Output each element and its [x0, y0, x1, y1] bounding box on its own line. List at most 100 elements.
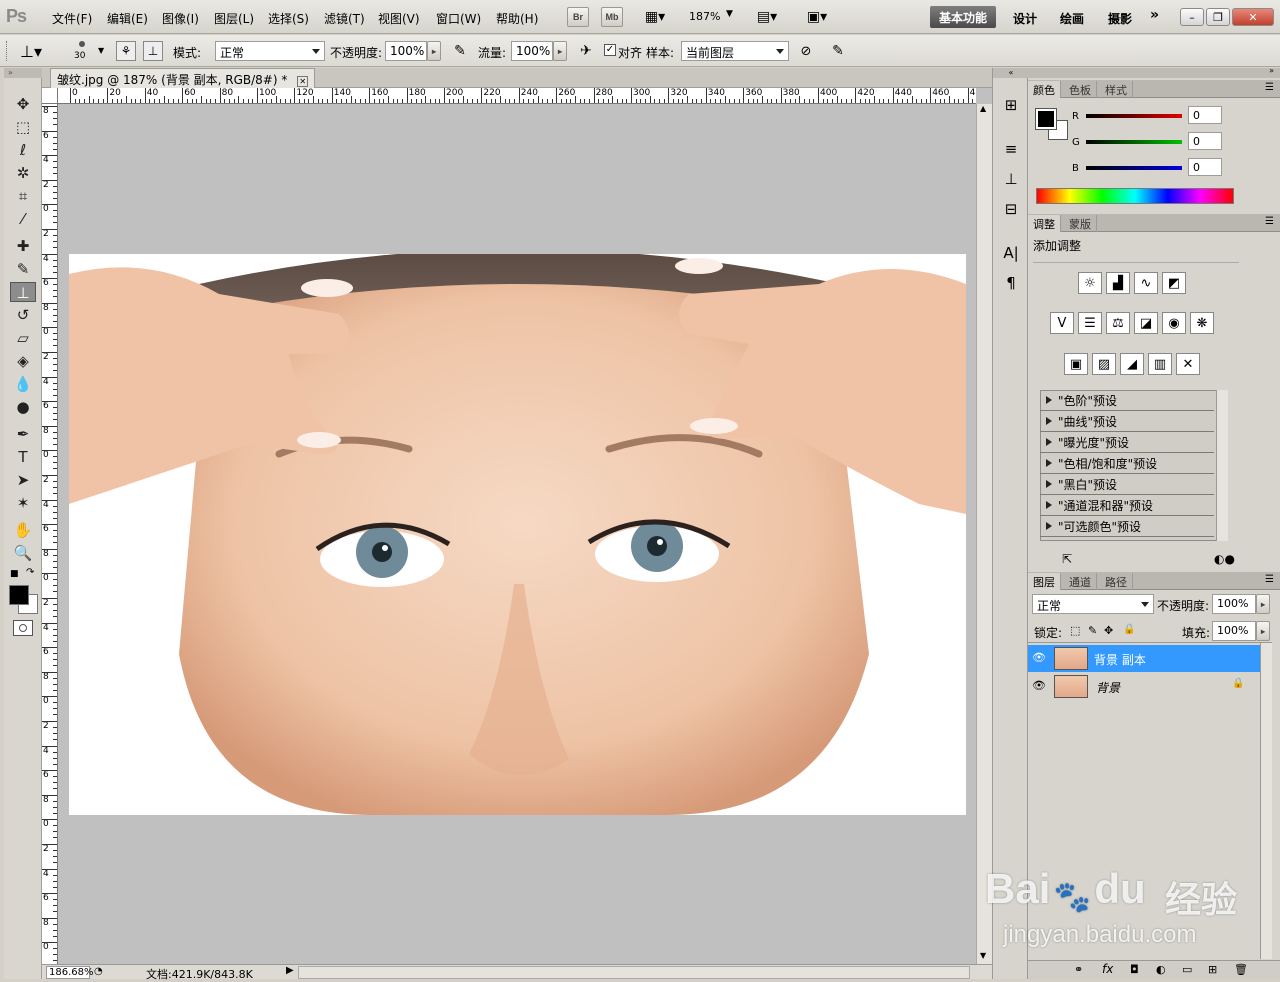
panel-menu-icon[interactable]: ☰: [1265, 574, 1274, 585]
blur-tool-icon[interactable]: 💧: [10, 374, 36, 394]
airbrush-icon[interactable]: ✈: [574, 41, 598, 61]
screen-mode-icon[interactable]: ▣▾: [800, 8, 834, 26]
layers-scrollbar[interactable]: [1260, 643, 1272, 959]
expand-triangle-icon[interactable]: [1046, 417, 1052, 425]
status-info-icon[interactable]: ◔: [94, 966, 103, 977]
marquee-tool-icon[interactable]: ⬚: [10, 117, 36, 137]
eraser-tool-icon[interactable]: ▱: [10, 328, 36, 348]
workspace-painting[interactable]: 绘画: [1060, 10, 1084, 27]
lock-pixels-icon[interactable]: ✎: [1088, 624, 1097, 637]
tab-adjustments[interactable]: 调整: [1028, 215, 1061, 232]
layer-name[interactable]: 背景: [1096, 679, 1120, 696]
gradient-map-icon[interactable]: ▥: [1148, 353, 1172, 375]
delete-layer-icon[interactable]: 🗑: [1234, 963, 1248, 976]
layer-name[interactable]: 背景 副本: [1094, 651, 1146, 668]
restore-icon[interactable]: ❐: [1206, 8, 1230, 26]
lock-transparent-icon[interactable]: ⬚: [1070, 624, 1080, 637]
brush-preset-picker[interactable]: 30: [70, 39, 96, 63]
color-fg-swatch[interactable]: [1035, 108, 1057, 130]
curves-icon[interactable]: ∿: [1134, 272, 1158, 294]
lock-position-icon[interactable]: ✥: [1104, 624, 1113, 637]
menu-image[interactable]: 图像(I): [162, 10, 199, 27]
preset-item[interactable]: "曝光度"预设: [1040, 432, 1214, 453]
flow-slider-button[interactable]: ▸: [553, 41, 567, 61]
path-select-tool-icon[interactable]: ➤: [10, 470, 36, 490]
ruler-origin[interactable]: [42, 88, 58, 104]
hue-saturation-icon[interactable]: ☰: [1078, 312, 1102, 334]
layer-row[interactable]: 👁 背景 副本: [1028, 645, 1260, 672]
tab-layers[interactable]: 图层: [1028, 573, 1061, 590]
bridge-button[interactable]: Br: [567, 7, 589, 27]
channel-g-input[interactable]: 0: [1188, 132, 1222, 150]
healing-brush-tool-icon[interactable]: ✚: [10, 236, 36, 256]
ignore-adjustment-layers-icon[interactable]: ⊘: [796, 41, 816, 61]
expand-triangle-icon[interactable]: [1046, 459, 1052, 467]
move-tool-icon[interactable]: ✥: [10, 94, 36, 114]
shape-tool-icon[interactable]: ✶: [10, 493, 36, 513]
type-tool-icon[interactable]: T: [10, 447, 36, 467]
clone-stamp-tool-icon[interactable]: ⊥: [10, 282, 36, 302]
invert-icon[interactable]: ▣: [1064, 353, 1088, 375]
presets-scrollbar[interactable]: [1216, 390, 1228, 541]
history-brush-tool-icon[interactable]: ↺: [10, 305, 36, 325]
preset-item[interactable]: "黑白"预设: [1040, 474, 1214, 495]
tab-styles[interactable]: 样式: [1100, 81, 1133, 98]
tab-channels[interactable]: 通道: [1064, 573, 1097, 590]
workspace-essentials-button[interactable]: 基本功能: [930, 6, 996, 28]
adjust-options-icon[interactable]: ◐●: [1214, 552, 1235, 566]
pen-tool-icon[interactable]: ✒: [10, 424, 36, 444]
document-tab[interactable]: 皱纹.jpg @ 187% (背景 副本, RGB/8#) * ✕: [50, 68, 316, 88]
workspace-design[interactable]: 设计: [1013, 10, 1037, 27]
vertical-ruler[interactable]: 8 6 4 2 0 2 4 6 8 0 2 4 6 8 0 2 4 6 8 0 2 4 6 8 0 2 4 6 8 0 2 4 6 8 0: [42, 104, 58, 964]
close-icon[interactable]: ✕: [1232, 8, 1274, 26]
preset-item[interactable]: "通道混和器"预设: [1040, 495, 1214, 516]
scroll-up-icon[interactable]: ▲: [980, 104, 986, 113]
posterize-icon[interactable]: ▨: [1092, 353, 1116, 375]
vertical-scrollbar[interactable]: ▲ ▼: [976, 104, 992, 964]
mini-bridge-button[interactable]: Mb: [601, 7, 623, 27]
crop-tool-icon[interactable]: ⌗: [10, 186, 36, 206]
swap-colors-icon[interactable]: ↷: [26, 567, 34, 578]
status-zoom[interactable]: 186.68%: [46, 966, 94, 979]
dodge-tool-icon[interactable]: ●: [10, 397, 36, 417]
character-panel-icon[interactable]: A|: [1000, 242, 1022, 264]
black-white-icon[interactable]: ◪: [1134, 312, 1158, 334]
lasso-tool-icon[interactable]: ℓ: [10, 140, 36, 160]
layer-row[interactable]: 👁 背景 🔒: [1028, 673, 1260, 700]
color-balance-icon[interactable]: ⚖: [1106, 312, 1130, 334]
fill-input[interactable]: 100%: [1212, 621, 1256, 641]
panel-header[interactable]: »: [1028, 66, 1280, 78]
preset-item[interactable]: "色阶"预设: [1040, 390, 1214, 411]
channel-b-input[interactable]: 0: [1188, 158, 1222, 176]
zoom-tool-icon[interactable]: 🔍: [10, 543, 36, 563]
tab-close-icon[interactable]: ✕: [297, 76, 309, 87]
tab-masks[interactable]: 蒙版: [1064, 215, 1097, 232]
sample-select[interactable]: 当前图层: [681, 41, 789, 61]
levels-icon[interactable]: ▟: [1106, 272, 1130, 294]
lock-all-icon[interactable]: 🔒: [1123, 624, 1135, 635]
flow-input[interactable]: 100%: [511, 41, 553, 61]
vibrance-icon[interactable]: V: [1050, 312, 1074, 334]
menu-select[interactable]: 选择(S): [268, 10, 309, 27]
status-menu-icon[interactable]: ▶: [286, 965, 294, 976]
hand-tool-icon[interactable]: ✋: [10, 520, 36, 540]
fill-slider[interactable]: ▸: [1256, 621, 1270, 641]
zoom-level[interactable]: 187%: [689, 10, 720, 23]
menu-edit[interactable]: 编辑(E): [107, 10, 148, 27]
exposure-icon[interactable]: ◩: [1162, 272, 1186, 294]
channel-r-slider[interactable]: [1086, 114, 1182, 118]
tab-swatches[interactable]: 色板: [1064, 81, 1097, 98]
workspace-more-icon[interactable]: »: [1150, 7, 1159, 23]
panel-collapse-icon[interactable]: »: [1269, 66, 1274, 75]
paragraph-panel-icon[interactable]: ¶: [1000, 272, 1022, 294]
visibility-eye-icon[interactable]: 👁: [1032, 679, 1046, 693]
clone-source-panel-icon[interactable]: ⊥: [1000, 168, 1022, 190]
clone-stamp-tool-icon[interactable]: ⊥▾: [16, 40, 46, 62]
mode-select[interactable]: 正常: [215, 41, 325, 61]
expand-triangle-icon[interactable]: [1046, 522, 1052, 530]
foreground-color-swatch[interactable]: [9, 585, 29, 605]
preset-item[interactable]: "色相/饱和度"预设: [1040, 453, 1214, 474]
paint-bucket-tool-icon[interactable]: ◈: [10, 351, 36, 371]
align-checkbox[interactable]: ✓: [604, 44, 616, 56]
preset-item[interactable]: "曲线"预设: [1040, 411, 1214, 432]
